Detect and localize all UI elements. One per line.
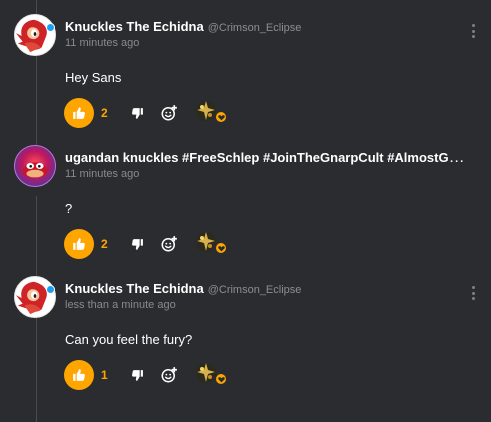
comment-text: ? (65, 201, 73, 216)
avatar[interactable] (14, 276, 56, 318)
author-line: Knuckles The Echidna @Crimson_Eclipse (65, 18, 470, 37)
more-vertical-icon[interactable] (469, 286, 477, 300)
author-name[interactable]: Knuckles The Echidna (65, 19, 204, 34)
blue-dot-icon (46, 285, 55, 294)
author-line: ugandan knuckles #FreeSchlep #JoinTheGna… (65, 149, 470, 168)
dislike-button[interactable] (127, 365, 147, 385)
comment-3: Knuckles The Echidna @Crimson_Eclipse les… (0, 276, 491, 406)
thumbs-down-icon (131, 238, 143, 250)
ugandan-knuckles-avatar-icon (22, 162, 48, 178)
timestamp: less than a minute ago (65, 299, 176, 311)
add-reaction-button[interactable] (158, 233, 180, 255)
thumbs-down-icon (131, 369, 143, 381)
avatar[interactable] (14, 14, 56, 56)
author-handle[interactable]: @Crimson_Eclipse (208, 22, 302, 34)
reaction-chip[interactable] (193, 229, 227, 259)
comment-1: Knuckles The Echidna @Crimson_Eclipse 11 … (0, 14, 491, 144)
avatar[interactable] (14, 145, 56, 187)
author-name[interactable]: Knuckles The Echidna (65, 281, 204, 296)
comment-2: ugandan knuckles #FreeSchlep #JoinTheGna… (0, 145, 491, 275)
heart-icon (216, 374, 226, 384)
like-button[interactable] (64, 229, 94, 259)
knuckles-avatar-icon (15, 19, 47, 53)
add-reaction-icon (161, 367, 177, 383)
sparkle-reaction-icon (196, 232, 216, 252)
action-row: 2 (64, 98, 227, 128)
author-handle[interactable]: @Crimson_Eclipse (208, 284, 302, 296)
reaction-chip[interactable] (193, 360, 227, 390)
more-vertical-icon[interactable] (469, 24, 477, 38)
reaction-chip[interactable] (193, 98, 227, 128)
like-button[interactable] (64, 98, 94, 128)
thumbs-up-icon (73, 107, 85, 119)
heart-icon (216, 243, 226, 253)
timestamp: 11 minutes ago (65, 37, 140, 49)
add-reaction-button[interactable] (158, 364, 180, 386)
heart-icon (216, 112, 226, 122)
action-row: 2 (64, 229, 227, 259)
knuckles-avatar-icon (15, 281, 47, 315)
comment-thread: Knuckles The Echidna @Crimson_Eclipse 11 … (0, 0, 491, 422)
blue-dot-icon (46, 23, 55, 32)
dislike-button[interactable] (127, 234, 147, 254)
comment-text: Can you feel the fury? (65, 332, 193, 347)
author-line: Knuckles The Echidna @Crimson_Eclipse (65, 280, 470, 299)
timestamp: 11 minutes ago (65, 168, 140, 180)
comment-text: Hey Sans (65, 70, 122, 85)
thumbs-up-icon (73, 238, 85, 250)
like-count: 2 (101, 237, 108, 251)
author-name[interactable]: ugandan knuckles #FreeSchlep #JoinTheGna… (65, 149, 470, 166)
thumbs-up-icon (73, 369, 85, 381)
thumbs-down-icon (131, 107, 143, 119)
like-count: 2 (101, 106, 108, 120)
add-reaction-button[interactable] (158, 102, 180, 124)
add-reaction-icon (161, 236, 177, 252)
sparkle-reaction-icon (196, 101, 216, 121)
add-reaction-icon (161, 105, 177, 121)
action-row: 1 (64, 360, 227, 390)
sparkle-reaction-icon (196, 363, 216, 383)
like-count: 1 (101, 368, 108, 382)
like-button[interactable] (64, 360, 94, 390)
dislike-button[interactable] (127, 103, 147, 123)
